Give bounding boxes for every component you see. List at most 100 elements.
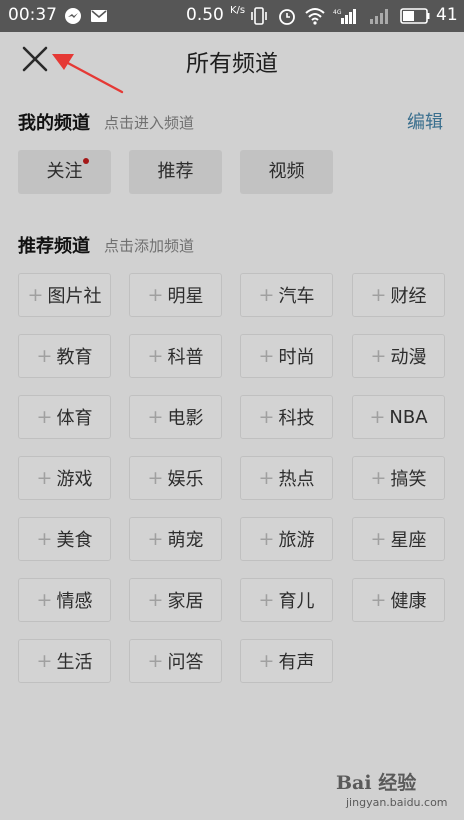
channel-label: 情感 (56, 591, 93, 612)
channel-label: 体育 (56, 408, 93, 429)
channel-tile[interactable]: + 热点 (240, 456, 333, 500)
channel-label: 搞笑 (390, 469, 427, 490)
edit-button[interactable]: 编辑 (407, 108, 443, 134)
channel-tile[interactable]: + 娱乐 (129, 456, 222, 500)
plus-icon: + (147, 650, 164, 672)
plus-icon: + (147, 406, 164, 428)
channel-label: 财经 (390, 286, 427, 307)
channel-label: 时尚 (278, 347, 315, 368)
network-speed-unit: K/s (230, 5, 246, 16)
channel-tile[interactable]: + 萌宠 (129, 517, 222, 561)
channel-tile[interactable]: + 有声 (240, 639, 333, 683)
plus-icon: + (258, 650, 275, 672)
channel-label: 星座 (390, 530, 427, 551)
messenger-icon (65, 8, 81, 24)
channel-tile[interactable]: + 电影 (129, 395, 222, 439)
channel-label: 图片社 (47, 286, 102, 307)
channel-label: 育儿 (278, 591, 315, 612)
channel-label: 电影 (167, 408, 204, 429)
plus-icon: + (36, 528, 53, 550)
mail-icon (91, 10, 107, 22)
wifi-icon (305, 8, 325, 25)
plus-icon: + (370, 467, 387, 489)
channel-tile[interactable]: + 情感 (18, 578, 111, 622)
recommended-channels-title: 推荐频道 (18, 236, 90, 257)
plus-icon: + (369, 406, 386, 428)
watermark-brand: Bai 经验 (336, 772, 417, 794)
page-title: 所有频道 (186, 51, 278, 77)
plus-icon: + (258, 467, 275, 489)
channel-tile[interactable]: + 体育 (18, 395, 111, 439)
plus-icon: + (147, 284, 164, 306)
plus-icon: + (370, 284, 387, 306)
signal-4g-icon: 4G (333, 9, 356, 24)
my-channel-video[interactable]: 视频 (240, 150, 333, 194)
channel-tile[interactable]: + 问答 (129, 639, 222, 683)
my-channel-label: 视频 (268, 161, 305, 182)
channel-tile[interactable]: + 科普 (129, 334, 222, 378)
plus-icon: + (147, 345, 164, 367)
svg-text:4G: 4G (333, 9, 342, 16)
plus-icon: + (36, 650, 53, 672)
channel-label: 美食 (56, 530, 93, 551)
plus-icon: + (258, 406, 275, 428)
plus-icon: + (258, 528, 275, 550)
plus-icon: + (258, 589, 275, 611)
network-speed: 0.50 (186, 5, 224, 25)
channel-tile[interactable]: + NBA (352, 395, 445, 439)
channel-tile[interactable]: + 明星 (129, 273, 222, 317)
my-channels-title: 我的频道 (18, 113, 90, 134)
plus-icon: + (258, 345, 275, 367)
channel-tile[interactable]: + 动漫 (352, 334, 445, 378)
signal-icon (370, 9, 388, 24)
channel-tile[interactable]: + 星座 (352, 517, 445, 561)
channel-tile[interactable]: + 健康 (352, 578, 445, 622)
channel-tile[interactable]: + 旅游 (240, 517, 333, 561)
my-channels-hint: 点击进入频道 (104, 114, 195, 132)
channel-tile[interactable]: + 家居 (129, 578, 222, 622)
channel-label: 萌宠 (167, 530, 204, 551)
channel-tile[interactable]: + 财经 (352, 273, 445, 317)
my-channel-label: 关注 (46, 161, 83, 182)
notification-dot (83, 158, 89, 164)
plus-icon: + (370, 589, 387, 611)
plus-icon: + (147, 467, 164, 489)
channel-tile[interactable]: + 时尚 (240, 334, 333, 378)
plus-icon: + (36, 589, 53, 611)
channel-label: 科技 (278, 408, 315, 429)
channel-tile[interactable]: + 汽车 (240, 273, 333, 317)
plus-icon: + (370, 345, 387, 367)
battery-level: 41 (436, 5, 458, 25)
channel-label: 热点 (278, 469, 315, 490)
my-channel-recommend[interactable]: 推荐 (129, 150, 222, 194)
plus-icon: + (36, 406, 53, 428)
channel-tile[interactable]: + 图片社 (18, 273, 111, 317)
channel-tile[interactable]: + 教育 (18, 334, 111, 378)
recommended-channels-hint: 点击添加频道 (104, 237, 195, 255)
channel-label: NBA (389, 406, 428, 428)
battery-icon (400, 8, 430, 24)
channel-label: 汽车 (278, 286, 315, 307)
channel-tile[interactable]: + 育儿 (240, 578, 333, 622)
my-channel-follow[interactable]: 关注 (18, 150, 111, 194)
channel-tile[interactable]: + 搞笑 (352, 456, 445, 500)
channel-label: 明星 (167, 286, 204, 307)
channel-label: 健康 (390, 591, 427, 612)
plus-icon: + (258, 284, 275, 306)
watermark-url: jingyan.baidu.com (346, 796, 448, 809)
plus-icon: + (36, 345, 53, 367)
channel-label: 科普 (167, 347, 204, 368)
my-channel-label: 推荐 (157, 161, 194, 182)
channel-label: 有声 (278, 652, 315, 673)
channel-tile[interactable]: + 科技 (240, 395, 333, 439)
channel-tile[interactable]: + 生活 (18, 639, 111, 683)
channel-label: 问答 (167, 652, 204, 673)
baidu-jingyan-watermark: Bai 经验 jingyan.baidu.com (336, 768, 448, 809)
plus-icon: + (36, 467, 53, 489)
channel-label: 动漫 (390, 347, 427, 368)
status-time: 00:37 (8, 5, 57, 25)
status-bar: 00:37 0.50 K/s 4G 41 (0, 0, 464, 32)
channel-tile[interactable]: + 游戏 (18, 456, 111, 500)
channel-label: 教育 (56, 347, 93, 368)
channel-tile[interactable]: + 美食 (18, 517, 111, 561)
